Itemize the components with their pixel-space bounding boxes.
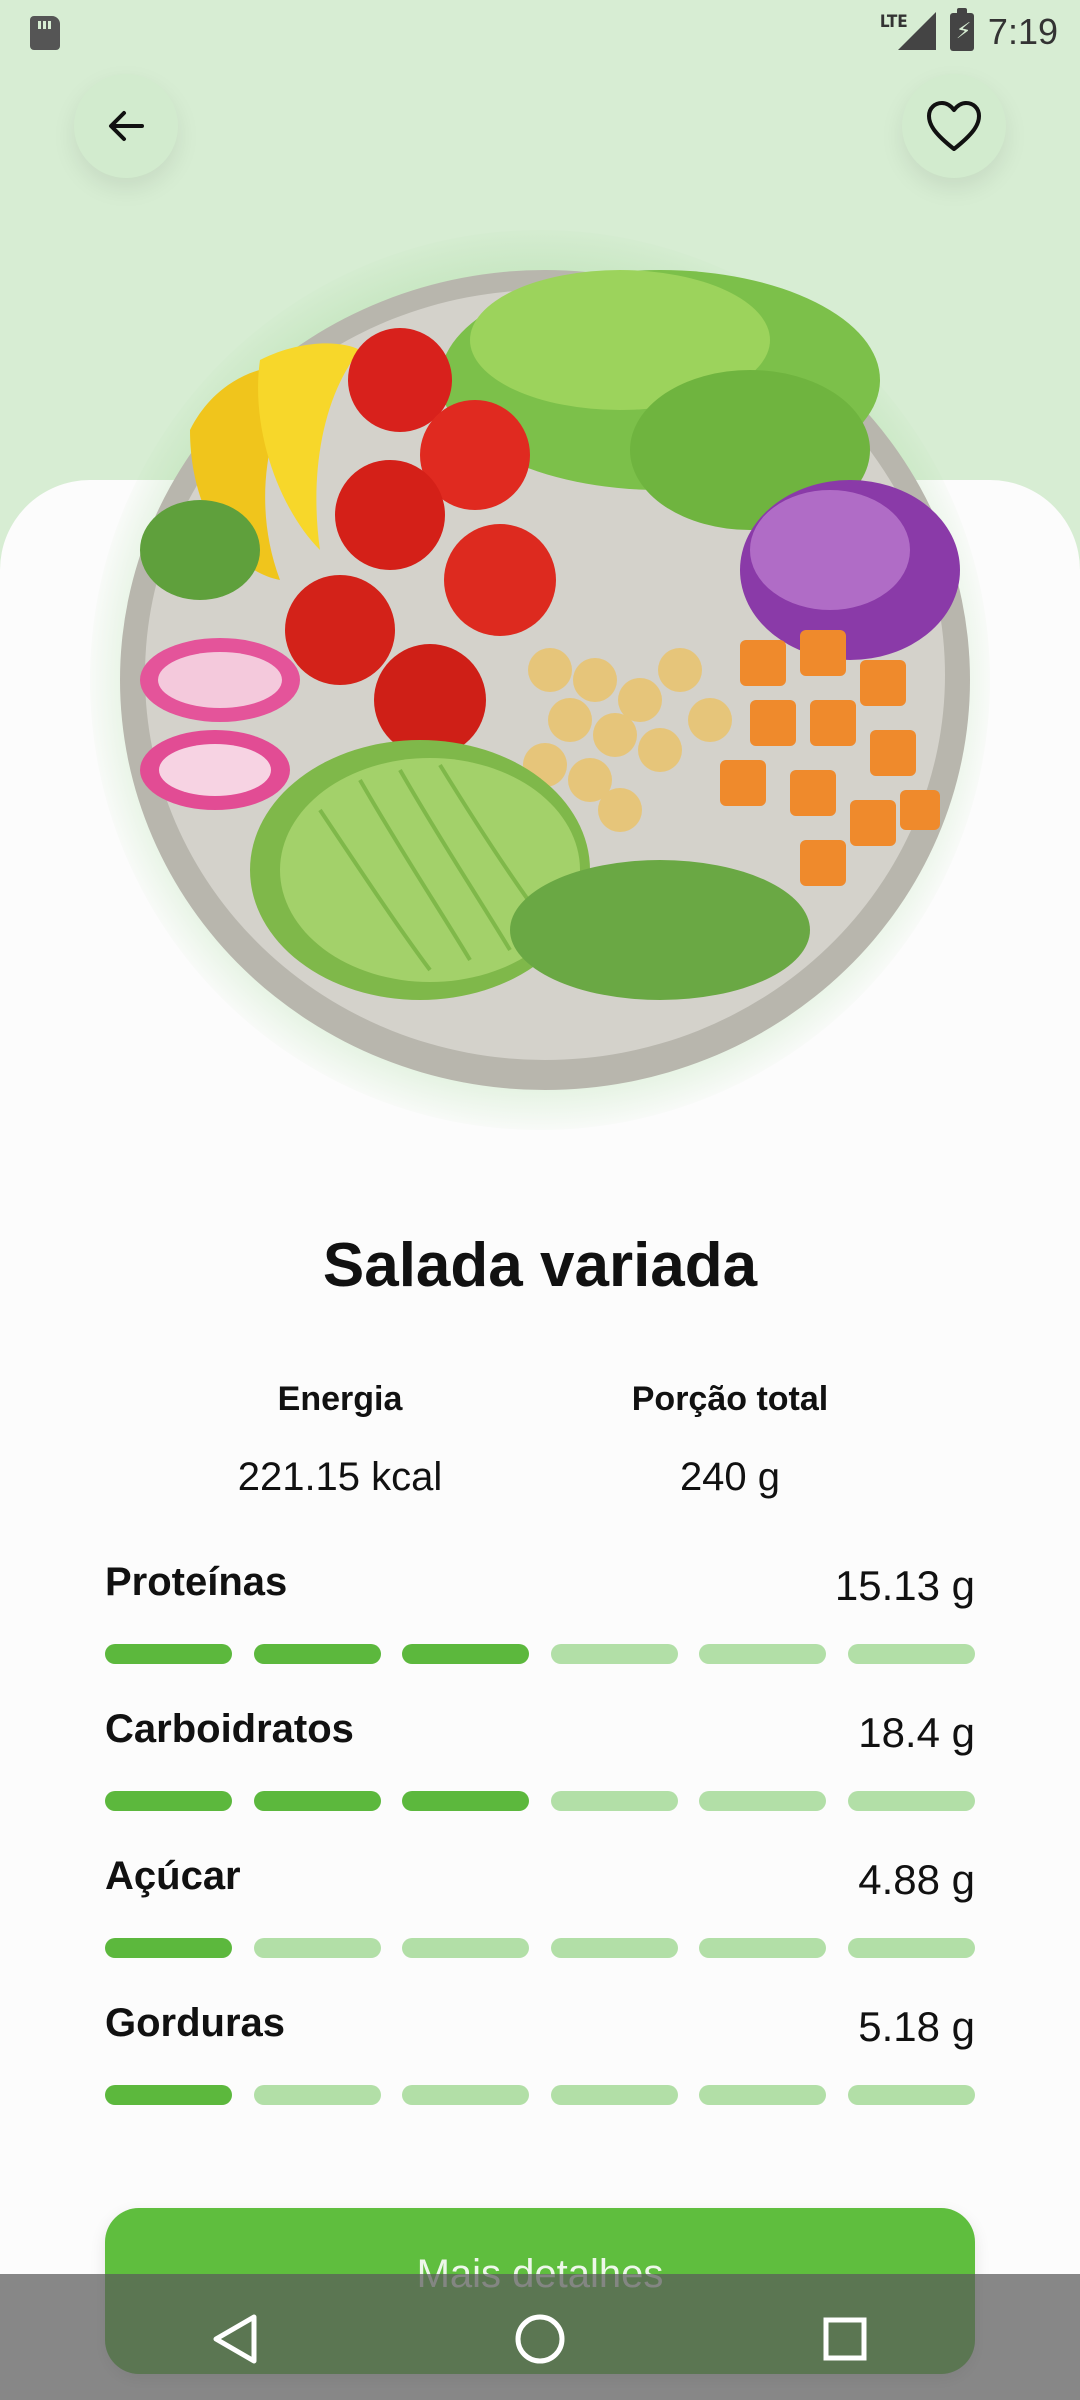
nav-home-button[interactable] (505, 2304, 575, 2374)
level-segment (105, 1791, 232, 1811)
level-segment (105, 1938, 232, 1958)
nav-back-button[interactable] (200, 2304, 270, 2374)
status-bar: LTE ⚡ 7:19 (0, 0, 1080, 64)
salad-bowl-image (120, 270, 970, 1090)
level-segment (550, 2085, 678, 2105)
level-segment (253, 1791, 381, 1811)
level-segment (402, 1644, 530, 1664)
level-segment (847, 2085, 975, 2105)
arrow-left-icon (109, 111, 144, 141)
level-segment (847, 1791, 975, 1811)
level-segment (402, 2085, 530, 2105)
square-recents-icon (823, 2317, 867, 2361)
level-segment (253, 2085, 381, 2105)
system-nav-bar (0, 2274, 1080, 2400)
nav-recents-button[interactable] (810, 2304, 880, 2374)
level-segment (550, 1938, 678, 1958)
level-segment (550, 1791, 678, 1811)
circle-home-icon (515, 2314, 565, 2364)
level-segment (847, 1644, 975, 1664)
level-segment (699, 2085, 827, 2105)
nutrient-level-bar (105, 1791, 975, 1811)
nutrient-name: Proteínas (105, 1560, 288, 1604)
nutrient-amount: 4.88 g (858, 1856, 975, 1903)
signal-icon: LTE (876, 12, 936, 52)
level-segment (699, 1791, 827, 1811)
battery-charging-icon: ⚡ (949, 8, 974, 51)
heart-outline-icon (927, 101, 981, 151)
dish-title: Salada variada (322, 1231, 758, 1300)
level-segment (105, 2085, 232, 2105)
nutrient-name: Carboidratos (105, 1707, 354, 1751)
nutrient-level-bar (105, 1938, 975, 1958)
level-segment (402, 1791, 530, 1811)
nutrient-name: Açúcar (105, 1854, 241, 1898)
level-segment (847, 1938, 975, 1958)
back-button[interactable] (74, 74, 178, 178)
level-segment (253, 1644, 381, 1664)
level-segment (253, 1938, 381, 1958)
nutrient-amount: 18.4 g (858, 1709, 975, 1756)
level-segment (699, 1938, 827, 1958)
nutrient-amount: 15.13 g (834, 1562, 975, 1609)
nutrient-name: Gorduras (105, 2001, 286, 2045)
favorite-button[interactable] (902, 74, 1006, 178)
energy-label: Energia (277, 1380, 403, 1418)
portion-label: Porção total (631, 1380, 829, 1418)
level-segment (402, 1938, 530, 1958)
triangle-back-icon (213, 2314, 257, 2364)
portion-value: 240 g (679, 1455, 781, 1499)
level-segment (699, 1644, 827, 1664)
status-time: 7:19 (987, 11, 1058, 52)
sd-card-icon (30, 16, 60, 50)
nutrient-amount: 5.18 g (858, 2003, 975, 2050)
energy-value: 221.15 kcal (237, 1455, 443, 1499)
level-segment (105, 1644, 232, 1664)
nutrient-level-bar (105, 2085, 975, 2105)
level-segment (550, 1644, 678, 1664)
nutrient-level-bar (105, 1644, 975, 1664)
